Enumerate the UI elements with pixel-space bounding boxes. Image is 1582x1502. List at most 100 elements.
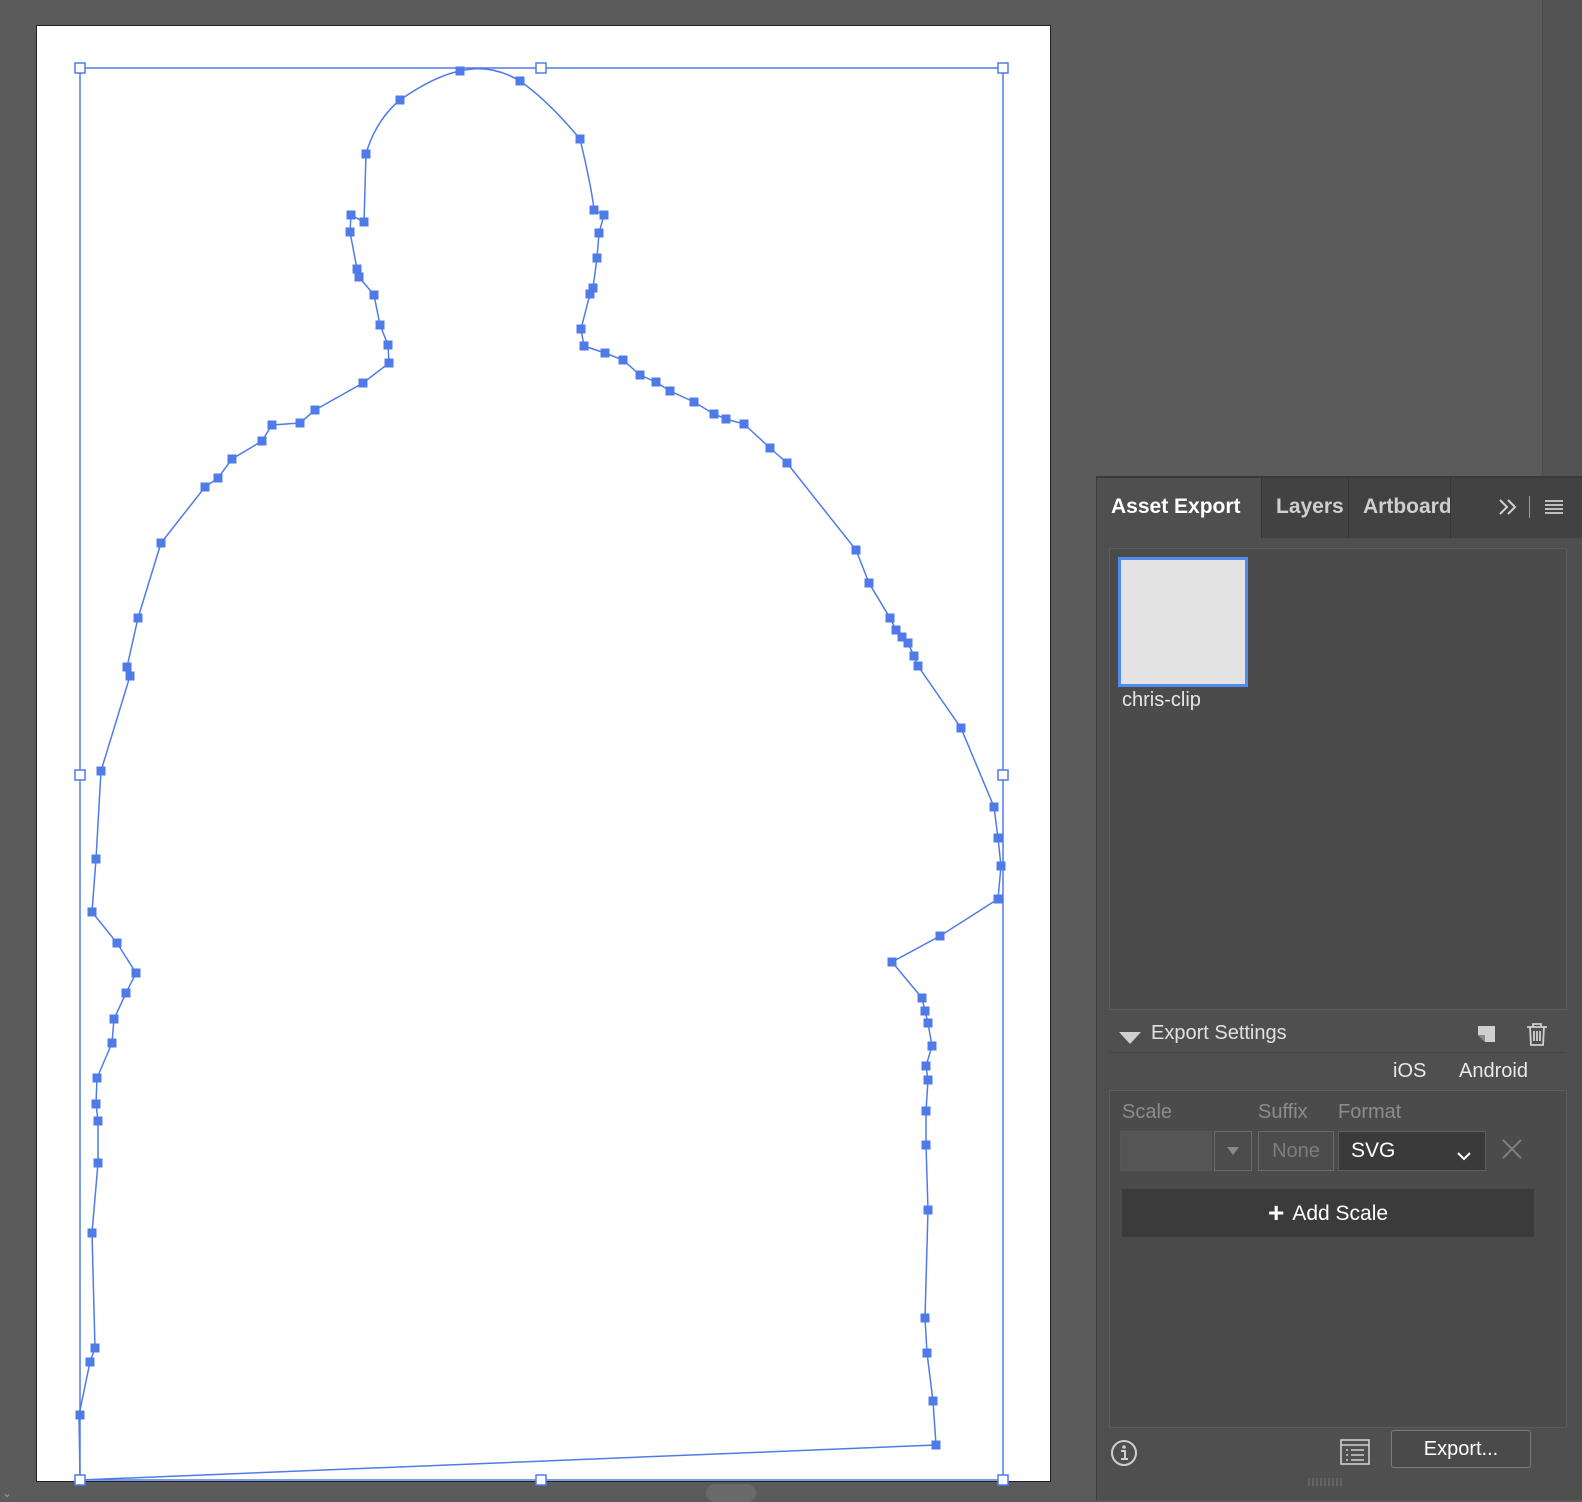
anchor-point[interactable] <box>575 134 585 144</box>
anchor-point[interactable] <box>996 861 1006 871</box>
anchor-point[interactable] <box>576 324 586 334</box>
tab-asset-export[interactable]: Asset Export <box>1097 478 1261 538</box>
anchor-point[interactable] <box>131 968 141 978</box>
trash-icon[interactable] <box>1523 1020 1551 1048</box>
anchor-point[interactable] <box>739 419 749 429</box>
platform-ios[interactable]: iOS <box>1393 1060 1426 1083</box>
anchor-point[interactable] <box>851 545 861 555</box>
anchor-point[interactable] <box>956 723 966 733</box>
anchor-point[interactable] <box>993 894 1003 904</box>
anchor-point[interactable] <box>651 377 661 387</box>
anchor-point[interactable] <box>384 358 394 368</box>
anchor-point[interactable] <box>709 409 719 419</box>
export-settings-header[interactable]: Export Settings <box>1109 1018 1565 1053</box>
asset-thumbnail[interactable] <box>1118 557 1248 687</box>
list-view-icon[interactable] <box>1339 1436 1371 1468</box>
anchor-point[interactable] <box>923 1018 933 1028</box>
anchor-point[interactable] <box>931 1440 941 1450</box>
anchor-point[interactable] <box>592 253 602 263</box>
anchor-point[interactable] <box>594 228 604 238</box>
asset-name[interactable]: chris-clip <box>1122 689 1201 712</box>
scale-dropdown-button[interactable] <box>1214 1131 1252 1171</box>
anchor-point[interactable] <box>515 76 525 86</box>
anchor-point[interactable] <box>395 95 405 105</box>
anchor-point[interactable] <box>922 1348 932 1358</box>
anchor-point[interactable] <box>352 264 362 274</box>
anchor-point[interactable] <box>257 436 267 446</box>
anchor-point[interactable] <box>885 613 895 623</box>
format-select[interactable]: SVG <box>1338 1131 1486 1171</box>
anchor-point[interactable] <box>122 662 132 672</box>
anchor-point[interactable] <box>920 1006 930 1016</box>
anchor-point[interactable] <box>927 1041 937 1051</box>
anchor-point[interactable] <box>923 1075 933 1085</box>
silhouette-outline[interactable] <box>78 67 1002 1481</box>
anchor-point[interactable] <box>923 1205 933 1215</box>
anchor-point[interactable] <box>585 289 595 299</box>
anchor-point[interactable] <box>618 355 628 365</box>
anchor-point[interactable] <box>107 1038 117 1048</box>
anchor-point[interactable] <box>993 833 1003 843</box>
anchor-point[interactable] <box>920 1313 930 1323</box>
new-preset-icon[interactable] <box>1473 1020 1501 1048</box>
anchor-point[interactable] <box>765 443 775 453</box>
anchor-points[interactable] <box>75 66 1006 1450</box>
anchor-point[interactable] <box>635 370 645 380</box>
hamburger-menu-icon[interactable] <box>1543 494 1565 526</box>
anchor-point[interactable] <box>689 397 699 407</box>
anchor-point[interactable] <box>359 217 369 227</box>
info-icon[interactable] <box>1109 1438 1139 1468</box>
anchor-point[interactable] <box>213 473 223 483</box>
anchor-point[interactable] <box>579 341 589 351</box>
tab-layers[interactable]: Layers <box>1262 478 1348 538</box>
bounding-box-handles[interactable] <box>74 62 1009 1486</box>
anchor-point[interactable] <box>354 272 364 282</box>
anchor-point[interactable] <box>200 482 210 492</box>
anchor-point[interactable] <box>917 993 927 1003</box>
suffix-input[interactable]: None <box>1258 1131 1334 1171</box>
anchor-point[interactable] <box>310 405 320 415</box>
anchor-point[interactable] <box>369 290 379 300</box>
anchor-point[interactable] <box>600 348 610 358</box>
anchor-point[interactable] <box>864 578 874 588</box>
anchor-point[interactable] <box>721 414 731 424</box>
anchor-point[interactable] <box>913 661 923 671</box>
anchor-point[interactable] <box>121 988 131 998</box>
platform-android[interactable]: Android <box>1459 1060 1528 1083</box>
resize-grip-icon[interactable] <box>1305 1474 1345 1486</box>
anchor-point[interactable] <box>267 420 277 430</box>
anchor-point[interactable] <box>93 1158 103 1168</box>
anchor-point[interactable] <box>358 378 368 388</box>
anchor-point[interactable] <box>295 418 305 428</box>
anchor-point[interactable] <box>375 320 385 330</box>
anchor-point[interactable] <box>85 1357 95 1367</box>
anchor-point[interactable] <box>87 1228 97 1238</box>
anchor-point[interactable] <box>589 205 599 215</box>
anchor-point[interactable] <box>361 149 371 159</box>
tab-artboards[interactable]: Artboards <box>1349 478 1450 538</box>
anchor-point[interactable] <box>665 386 675 396</box>
anchor-point[interactable] <box>921 1106 931 1116</box>
anchor-point[interactable] <box>935 931 945 941</box>
anchor-point[interactable] <box>345 227 355 237</box>
anchor-point[interactable] <box>133 613 143 623</box>
anchor-point[interactable] <box>92 1073 102 1083</box>
anchor-point[interactable] <box>91 1099 101 1109</box>
anchor-point[interactable] <box>903 638 913 648</box>
anchor-point[interactable] <box>989 802 999 812</box>
anchor-point[interactable] <box>96 766 106 776</box>
anchor-point[interactable] <box>921 1061 931 1071</box>
double-chevron-right-icon[interactable] <box>1497 494 1519 526</box>
anchor-point[interactable] <box>346 210 356 220</box>
add-scale-button[interactable]: + Add Scale <box>1122 1189 1534 1237</box>
anchor-point[interactable] <box>928 1396 938 1406</box>
anchor-point[interactable] <box>90 1343 100 1353</box>
anchor-point[interactable] <box>782 458 792 468</box>
anchor-point[interactable] <box>156 538 166 548</box>
anchor-point[interactable] <box>383 340 393 350</box>
disclosure-triangle-icon[interactable] <box>1119 1032 1141 1044</box>
anchor-point[interactable] <box>87 907 97 917</box>
anchor-point[interactable] <box>75 1410 85 1420</box>
anchor-point[interactable] <box>921 1140 931 1150</box>
anchor-point[interactable] <box>909 651 919 661</box>
